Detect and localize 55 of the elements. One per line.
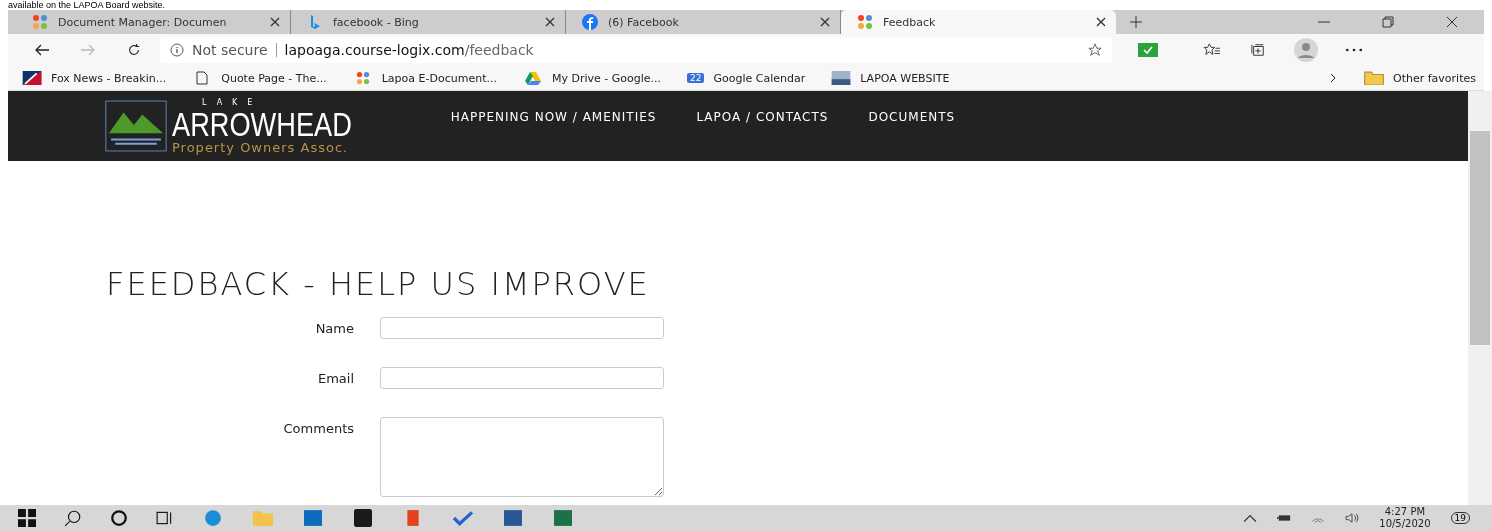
- comments-field[interactable]: [380, 417, 664, 497]
- nav-link[interactable]: HAPPENING NOW / AMENITIES: [450, 110, 657, 142]
- bookmark-link[interactable]: My Drive - Google...: [522, 71, 662, 85]
- input-field[interactable]: [380, 317, 664, 339]
- close-icon[interactable]: [1446, 16, 1458, 28]
- favorites-icon[interactable]: [1203, 43, 1221, 57]
- nav-link[interactable]: DOCUMENTS: [868, 110, 956, 142]
- bookmark-link[interactable]: 22 Google Calendar: [687, 71, 806, 85]
- calendar-icon: 22: [687, 73, 705, 83]
- info-icon: [170, 43, 184, 57]
- field-label: Comments: [282, 420, 354, 436]
- field-label: Name: [314, 320, 354, 336]
- battery-icon[interactable]: [1277, 513, 1292, 523]
- close-icon[interactable]: [820, 17, 830, 27]
- logo-text: LAKE: [201, 98, 264, 107]
- profile-avatar-icon[interactable]: [1294, 38, 1318, 62]
- browser-tab[interactable]: Feedback: [841, 10, 1116, 34]
- field-label: Email: [316, 370, 354, 386]
- caption-text: available on the LAPOA Board website.: [7, 0, 167, 10]
- close-icon[interactable]: [1096, 17, 1106, 27]
- scrollbar[interactable]: [1468, 91, 1492, 505]
- bookmark-link[interactable]: LAPOA WEBSITE: [831, 71, 950, 85]
- refresh-icon[interactable]: [126, 43, 142, 57]
- mountain-logo-icon[interactable]: [104, 100, 168, 152]
- checkmark-extension-icon[interactable]: [1138, 43, 1158, 57]
- security-label: Not secure: [192, 42, 268, 58]
- bookmark-link[interactable]: Quote Page - The...: [192, 71, 327, 85]
- facebook-logo-icon: [582, 14, 598, 30]
- restore-icon[interactable]: [1382, 16, 1394, 28]
- nav-link[interactable]: LAPOA / CONTACTS: [696, 110, 829, 142]
- new-tab-icon[interactable]: [1130, 16, 1142, 28]
- close-icon[interactable]: [545, 17, 555, 27]
- chevron-up-icon[interactable]: [1243, 513, 1258, 523]
- bookmark-link[interactable]: Lapoa E-Document...: [352, 71, 497, 85]
- chevron-icon[interactable]: [1328, 73, 1338, 83]
- input-field[interactable]: [380, 367, 664, 389]
- collections-icon[interactable]: [1249, 43, 1267, 57]
- flag-logo-icon: [22, 71, 42, 85]
- drive-logo-icon: [522, 71, 543, 85]
- clock-date[interactable]: 10/5/2020: [1379, 518, 1431, 530]
- url-text: lapoaga.course-logix.com/feedback: [284, 42, 534, 58]
- logo-subtitle: Property Owners Assoc.: [172, 140, 350, 154]
- other-favorites-link[interactable]: Other favorites: [1364, 71, 1484, 85]
- clock-time[interactable]: 4:27 PM: [1384, 506, 1426, 518]
- scrollbar-thumb[interactable]: [1470, 131, 1490, 345]
- website-thumbnail-icon: [831, 71, 852, 85]
- add-favorite-icon[interactable]: [1088, 43, 1102, 57]
- back-icon[interactable]: [34, 43, 50, 57]
- logo-title: ARROWHEAD: [172, 106, 352, 141]
- page-heading: FEEDBACK - HELP US IMPROVE: [106, 265, 651, 303]
- bookmark-link[interactable]: Fox News - Breakin...: [22, 71, 167, 85]
- address-field[interactable]: Not secure lapoaga.course-logix.com/feedback: [160, 37, 1112, 63]
- close-icon[interactable]: [270, 17, 280, 27]
- speaker-icon[interactable]: [1345, 513, 1360, 523]
- folder-icon: [1364, 71, 1384, 85]
